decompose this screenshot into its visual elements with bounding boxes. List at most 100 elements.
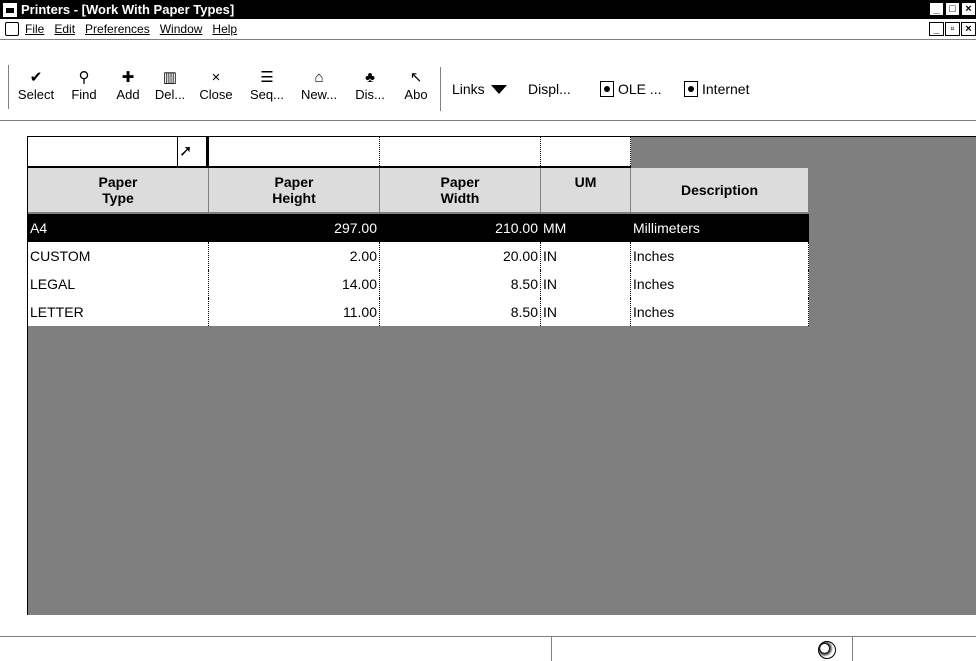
qbe-type-input[interactable] bbox=[28, 137, 178, 166]
links-label: Links bbox=[452, 81, 485, 97]
cell-um: IN bbox=[541, 298, 631, 326]
cell-paper-width: 8.50 bbox=[380, 298, 541, 326]
toolbar: ✔ Select ⚲ Find ✚ Add ▥ Del... × Close ☰… bbox=[0, 41, 976, 121]
close-window-icon[interactable]: × bbox=[961, 2, 976, 16]
display-short-label: Dis... bbox=[355, 87, 385, 102]
add-button[interactable]: ✚ Add bbox=[110, 69, 146, 109]
menu-file[interactable]: File bbox=[25, 22, 44, 36]
doc-minimize-icon[interactable]: _ bbox=[929, 22, 944, 36]
menu-file-label: File bbox=[25, 22, 45, 36]
qbe-width-input[interactable] bbox=[380, 137, 541, 166]
header-um[interactable]: UM bbox=[541, 168, 631, 213]
new-label: New... bbox=[300, 87, 338, 102]
maximize-icon[interactable]: □ bbox=[945, 2, 960, 16]
internet-label: Internet bbox=[702, 81, 750, 97]
table-row[interactable]: LEGAL 14.00 8.50 IN Inches bbox=[28, 270, 809, 298]
menu-help[interactable]: Help bbox=[212, 22, 237, 36]
doc-close-icon[interactable]: × bbox=[961, 22, 976, 36]
new-button[interactable]: ⌂ New... bbox=[296, 69, 342, 109]
menu-window-label: Window bbox=[159, 22, 203, 36]
delete-label: Del... bbox=[154, 87, 186, 102]
cell-description: Millimeters bbox=[631, 214, 809, 242]
trash-icon: ▥ bbox=[162, 69, 178, 86]
sequence-icon: ☰ bbox=[260, 69, 274, 86]
cell-description: Inches bbox=[631, 242, 809, 270]
find-button[interactable]: ⚲ Find bbox=[64, 69, 104, 109]
internet-icon bbox=[684, 81, 698, 97]
find-label: Find bbox=[71, 87, 97, 102]
links-button[interactable]: Links bbox=[452, 81, 511, 97]
cell-paper-width: 20.00 bbox=[380, 242, 541, 270]
header-paper-type[interactable]: Paper Type bbox=[28, 168, 209, 213]
grid-header-row: Paper Type Paper Height Paper Width UM D… bbox=[28, 168, 809, 213]
globe-icon bbox=[818, 641, 836, 659]
ole-icon bbox=[600, 81, 614, 97]
header-paper-width[interactable]: Paper Width bbox=[380, 168, 541, 213]
new-icon: ⌂ bbox=[314, 69, 324, 86]
cell-paper-height: 2.00 bbox=[209, 242, 380, 270]
cell-paper-type: CUSTOM bbox=[28, 242, 209, 270]
add-icon: ✚ bbox=[121, 69, 135, 86]
close-button[interactable]: × Close bbox=[194, 69, 238, 109]
select-button[interactable]: ✔ Select bbox=[14, 69, 58, 109]
menu-edit-label: Edit bbox=[54, 22, 76, 36]
display-button[interactable]: ♣ Dis... bbox=[348, 69, 392, 109]
display-dropdown[interactable]: Displ... bbox=[528, 81, 571, 97]
display-icon: ♣ bbox=[365, 69, 375, 86]
menu-preferences[interactable]: Preferences bbox=[85, 22, 150, 36]
document-window-controls: _ ▫ × bbox=[929, 22, 976, 36]
menu-window[interactable]: Window bbox=[160, 22, 203, 36]
status-bar bbox=[0, 636, 976, 661]
find-icon: ⚲ bbox=[78, 69, 90, 86]
status-pane-divider bbox=[852, 637, 853, 661]
cell-description: Inches bbox=[631, 270, 809, 298]
paper-types-grid: ➚ Paper Type Paper Height Paper Width UM… bbox=[27, 136, 976, 615]
sequence-label: Seq... bbox=[250, 87, 284, 102]
search-arrow-icon[interactable]: ➚ bbox=[179, 141, 192, 161]
app-icon[interactable] bbox=[3, 2, 17, 17]
window-title: Printers - [Work With Paper Types] bbox=[21, 2, 235, 17]
document-icon[interactable] bbox=[5, 22, 19, 36]
ole-button[interactable]: OLE ... bbox=[600, 81, 662, 97]
menu-bar: File Edit Preferences Window Help _ ▫ × bbox=[0, 19, 976, 40]
menu-edit[interactable]: Edit bbox=[54, 22, 75, 36]
internet-button[interactable]: Internet bbox=[684, 81, 749, 97]
qbe-cell-type: ➚ bbox=[28, 137, 209, 166]
header-paper-height[interactable]: Paper Height bbox=[209, 168, 380, 213]
toolbar-grip bbox=[8, 65, 10, 109]
add-label: Add bbox=[116, 87, 140, 102]
cell-um: IN bbox=[541, 270, 631, 298]
window-controls: _ □ × bbox=[929, 2, 976, 16]
cell-description: Inches bbox=[631, 298, 809, 326]
about-icon: ↖ bbox=[409, 69, 423, 86]
about-button[interactable]: ↖ Abo bbox=[398, 69, 434, 109]
ole-label: OLE ... bbox=[618, 81, 662, 97]
close-label: Close bbox=[199, 87, 233, 102]
cell-um: MM bbox=[541, 214, 631, 242]
cell-um: IN bbox=[541, 242, 631, 270]
cell-paper-height: 11.00 bbox=[209, 298, 380, 326]
select-label: Select bbox=[17, 87, 55, 102]
qbe-height-input[interactable] bbox=[209, 137, 380, 166]
minimize-icon[interactable]: _ bbox=[929, 2, 944, 16]
table-row[interactable]: CUSTOM 2.00 20.00 IN Inches bbox=[28, 242, 809, 270]
table-row[interactable]: A4 297.00 210.00 MM Millimeters bbox=[28, 214, 809, 242]
cell-paper-width: 8.50 bbox=[380, 270, 541, 298]
table-row[interactable]: LETTER 11.00 8.50 IN Inches bbox=[28, 298, 809, 326]
check-icon: ✔ bbox=[29, 69, 43, 86]
header-description[interactable]: Description bbox=[631, 168, 809, 213]
cell-paper-type: LEGAL bbox=[28, 270, 209, 298]
display-label: Displ... bbox=[528, 81, 571, 97]
sequence-button[interactable]: ☰ Seq... bbox=[244, 69, 290, 109]
title-bar: Printers - [Work With Paper Types] _ □ × bbox=[0, 0, 976, 19]
dropdown-triangle-icon bbox=[490, 84, 507, 94]
menu-help-label: Help bbox=[212, 22, 238, 36]
menu-preferences-label: Preferences bbox=[85, 22, 150, 36]
delete-button[interactable]: ▥ Del... bbox=[152, 69, 188, 109]
close-icon: × bbox=[211, 69, 221, 86]
qbe-um-input[interactable] bbox=[541, 137, 631, 166]
doc-restore-icon[interactable]: ▫ bbox=[945, 22, 960, 36]
cell-paper-width: 210.00 bbox=[380, 214, 541, 242]
query-by-example-row: ➚ bbox=[28, 137, 631, 168]
toolbar-separator bbox=[440, 67, 442, 111]
